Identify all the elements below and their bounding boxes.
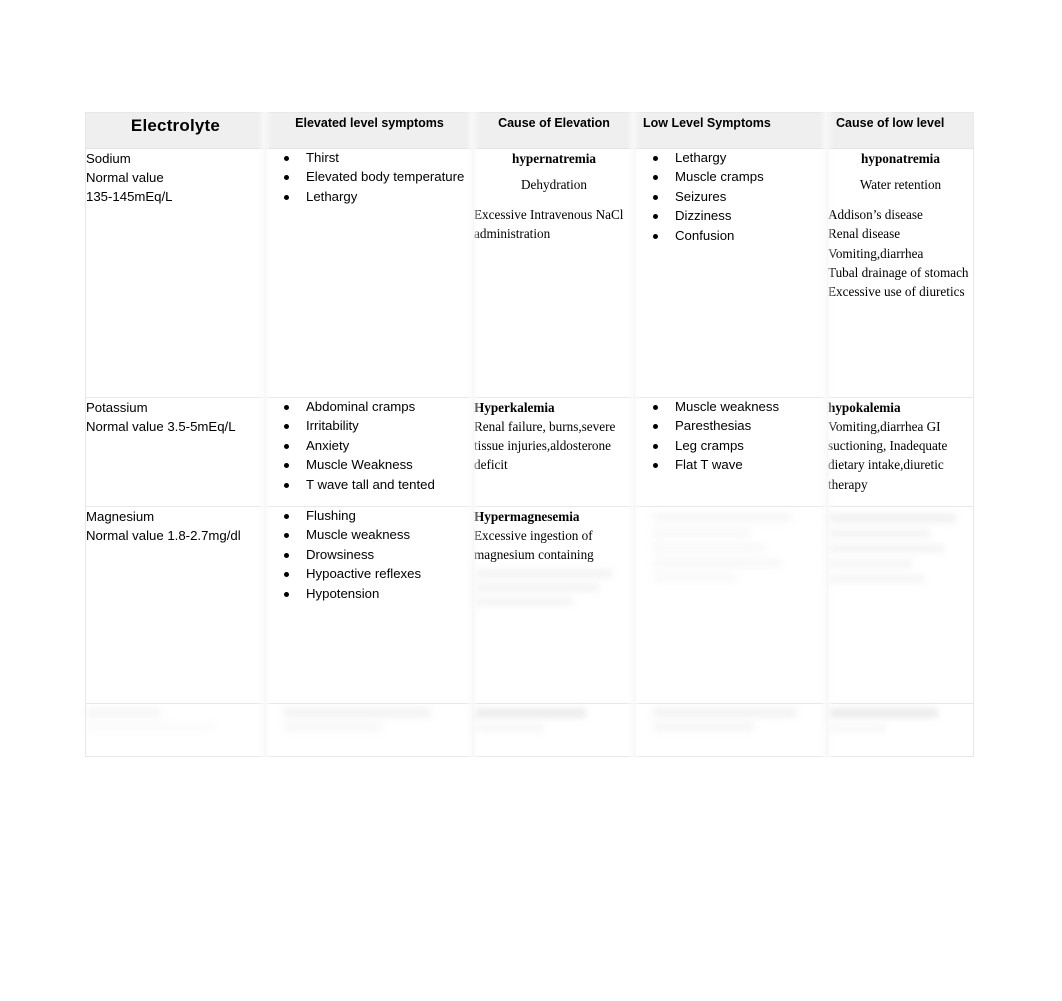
condition-name-hypernatremia: hypernatremia [512,151,596,166]
column-header-cause-of-elevation: Cause of Elevation [473,112,635,149]
list-item: Muscle weakness [653,398,827,416]
electrolyte-name: Magnesium [86,509,155,524]
illegible-text-block [635,513,827,582]
illegible-text-block [86,708,265,731]
list-item: Drowsiness [284,546,473,564]
condition-name-hypokalemia: hypokalemia [828,400,901,415]
list-item: Dizziness [653,207,827,225]
cell-low-level-symptoms [634,703,828,757]
cell-cause-of-low-level [827,506,974,704]
list-item: Muscle Weakness [284,456,473,474]
column-header-low-level-symptoms: Low Level Symptoms [634,112,828,149]
cause-text: Vomiting,diarrhea GI suctioning, Inadequ… [828,419,948,492]
list-item: Irritability [284,417,473,435]
list-item: Abdominal cramps [284,398,473,416]
cell-low-level-symptoms: Lethargy Muscle cramps Seizures Dizzines… [634,148,828,398]
electrolyte-normal-label: Normal value [86,170,164,186]
electrolyte-name: Sodium [86,151,131,166]
list-item: Muscle weakness [284,526,473,544]
cell-cause-of-elevation [473,703,635,757]
condition-name-hyponatremia: hyponatremia [861,151,940,166]
cause-text: Addison’s disease [828,207,923,223]
list-item: Hypotension [284,585,473,603]
cause-text: Excessive Intravenous NaCl administratio… [474,207,624,242]
table-row: Potassium Normal value 3.5-5mEq/L Abdomi… [85,397,974,507]
cause-text: Renal failure, burns,severe tissue injur… [474,419,616,473]
list-item: Muscle cramps [653,168,827,186]
electrolyte-table-container: Electrolyte Elevated level symptoms Caus… [85,112,974,757]
cell-cause-of-elevation: Hypermagnesemia Excessive ingestion of m… [473,506,635,704]
list-item: Confusion [653,227,827,245]
list-item: Lethargy [653,149,827,167]
electrolyte-normal-value: 135-145mEq/L [86,189,173,205]
cause-centered: Dehydration [521,177,587,193]
list-item: Hypoactive reflexes [284,565,473,583]
list-item: T wave tall and tented [284,476,473,494]
low-symptoms-list: Muscle weakness Paresthesias Leg cramps … [635,398,827,475]
cell-electrolyte-name: Magnesium Normal value 1.8-2.7mg/dl [85,506,266,704]
table-row: Magnesium Normal value 1.8-2.7mg/dl Flus… [85,506,974,704]
list-item: Seizures [653,188,827,206]
illegible-text-block [474,708,634,732]
cause-text: Renal disease [828,226,901,242]
list-item: Thirst [284,149,473,167]
illegible-text-block [474,569,634,607]
cell-electrolyte-name: Potassium Normal value 3.5-5mEq/L [85,397,266,507]
list-item: Anxiety [284,437,473,455]
cell-elevated-symptoms: Thirst Elevated body temperature Letharg… [265,148,474,398]
electrolyte-normal-label: Normal value 3.5-5mEq/L [86,419,236,435]
cell-cause-of-low-level: hypokalemia Vomiting,diarrhea GI suction… [827,397,974,507]
illegible-text-block [828,513,973,583]
cell-elevated-symptoms [265,703,474,757]
illegible-text-block [635,708,827,731]
cell-cause-of-low-level: hyponatremia Water retention Addison’s d… [827,148,974,398]
elevated-symptoms-list: Flushing Muscle weakness Drowsiness Hypo… [266,507,473,603]
list-item: Leg cramps [653,437,827,455]
table-header-row: Electrolyte Elevated level symptoms Caus… [85,112,974,149]
cause-text: Excessive ingestion of magnesium contain… [474,528,594,563]
list-item: Paresthesias [653,417,827,435]
condition-name-hypermagnesemia: Hypermagnesemia [474,509,580,524]
table-row [85,703,974,757]
list-item: Lethargy [284,188,473,206]
cell-electrolyte-name [85,703,266,757]
elevated-symptoms-list: Abdominal cramps Irritability Anxiety Mu… [266,398,473,494]
illegible-text-block [266,708,473,731]
cell-cause-of-elevation: hypernatremia Dehydration Excessive Intr… [473,148,635,398]
list-item: Flat T wave [653,456,827,474]
column-header-elevated-symptoms: Elevated level symptoms [265,112,474,149]
cause-text: Excessive use of diuretics [828,283,965,299]
list-item: Flushing [284,507,473,525]
column-header-cause-of-low-level: Cause of low level [827,112,974,149]
electrolyte-name: Potassium [86,400,148,415]
illegible-text-block [828,708,973,732]
condition-name-hyperkalemia: Hyperkalemia [474,400,555,415]
cell-low-level-symptoms [634,506,828,704]
cell-electrolyte-name: Sodium Normal value 135-145mEq/L [85,148,266,398]
list-item: Elevated body temperature [284,168,473,186]
document-page: Electrolyte Elevated level symptoms Caus… [0,0,1062,1001]
cell-elevated-symptoms: Flushing Muscle weakness Drowsiness Hypo… [265,506,474,704]
elevated-symptoms-list: Thirst Elevated body temperature Letharg… [266,149,473,206]
electrolyte-reference-table: Electrolyte Elevated level symptoms Caus… [85,112,974,757]
cell-cause-of-low-level [827,703,974,757]
low-symptoms-list: Lethargy Muscle cramps Seizures Dizzines… [635,149,827,245]
cause-centered: Water retention [859,177,942,193]
column-header-electrolyte: Electrolyte [85,112,266,149]
cell-cause-of-elevation: Hyperkalemia Renal failure, burns,severe… [473,397,635,507]
electrolyte-normal-label: Normal value 1.8-2.7mg/dl [86,528,241,544]
cell-elevated-symptoms: Abdominal cramps Irritability Anxiety Mu… [265,397,474,507]
cause-text: Tubal drainage of stomach [828,264,969,280]
cell-low-level-symptoms: Muscle weakness Paresthesias Leg cramps … [634,397,828,507]
table-row: Sodium Normal value 135-145mEq/L Thirst … [85,148,974,398]
cause-text: Vomiting,diarrhea [828,245,924,261]
